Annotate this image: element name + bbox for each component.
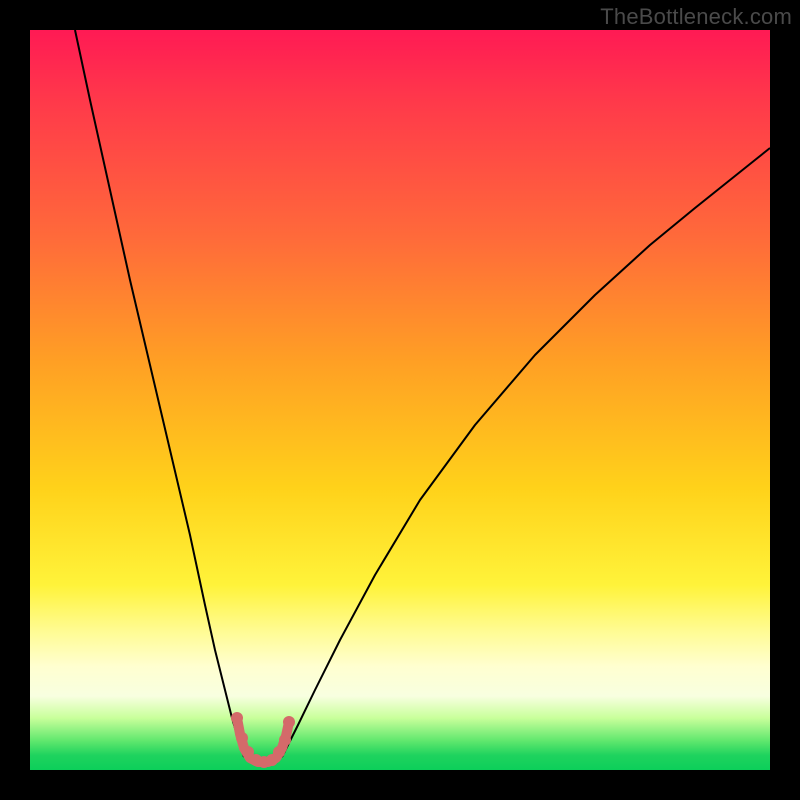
- series-left-branch: [75, 30, 244, 757]
- marker-bottom-connector-dots: [283, 716, 295, 728]
- marker-bottom-connector-dots: [236, 732, 248, 744]
- curve-layer: [30, 30, 770, 770]
- plot-area: [30, 30, 770, 770]
- watermark-text: TheBottleneck.com: [600, 4, 792, 30]
- chart-stage: TheBottleneck.com: [0, 0, 800, 800]
- marker-bottom-connector-dots: [273, 746, 285, 758]
- marker-bottom-connector-dots: [279, 734, 291, 746]
- marker-bottom-connector-dots: [231, 712, 243, 724]
- series-group: [75, 30, 770, 768]
- series-right-branch: [282, 148, 770, 757]
